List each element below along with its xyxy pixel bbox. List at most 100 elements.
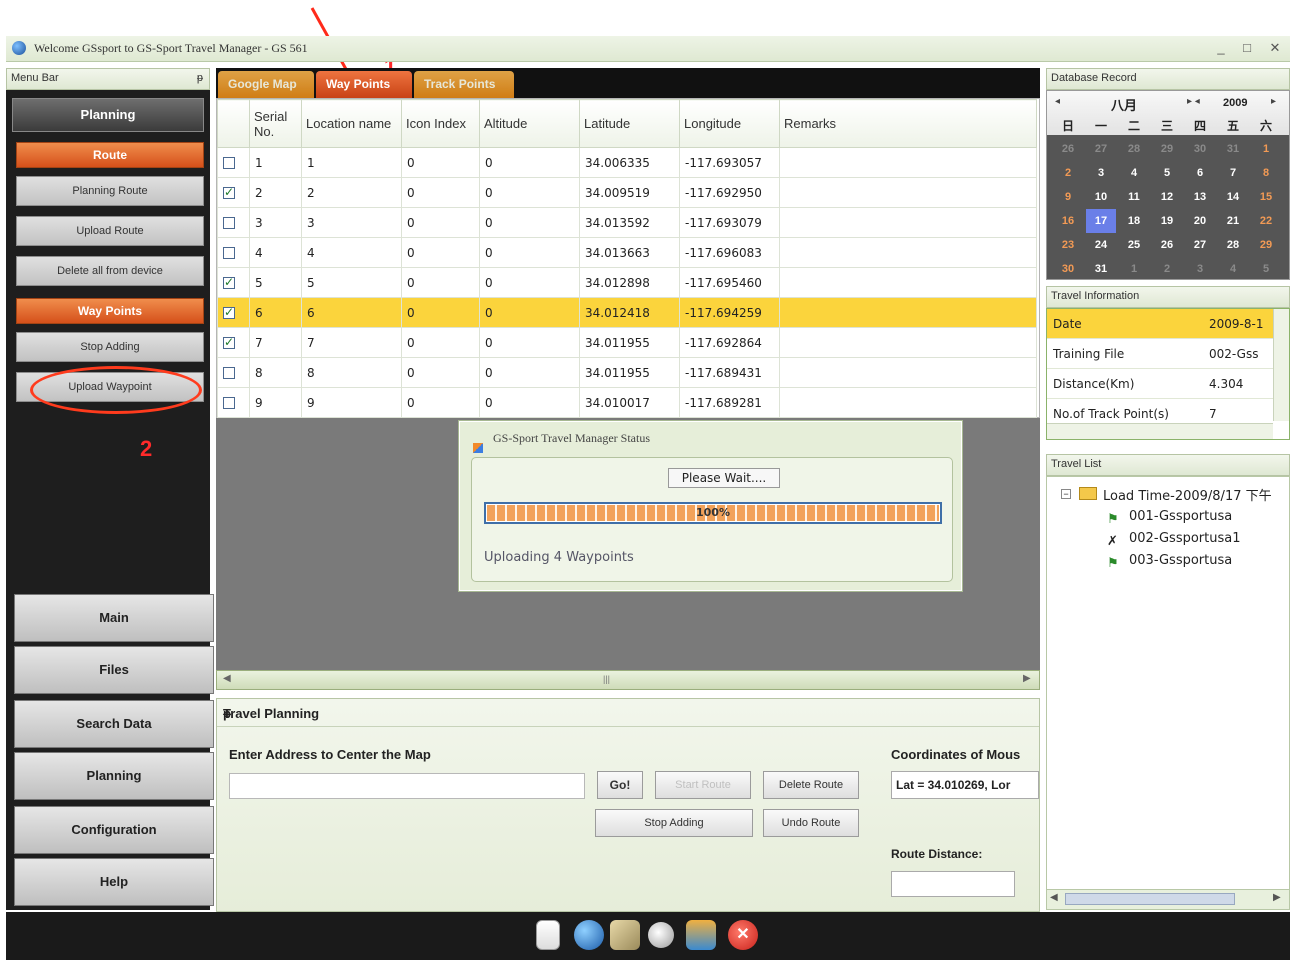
nav-search-data-button[interactable]: Search Data: [14, 700, 214, 748]
nav-help-button[interactable]: Help: [14, 858, 214, 906]
vertical-scrollbar[interactable]: [1273, 309, 1289, 421]
table-row[interactable]: 770034.011955-117.692864: [217, 327, 1037, 358]
icon-index-cell[interactable]: 0: [401, 267, 480, 298]
row-select-cell[interactable]: [217, 297, 250, 328]
map-icon[interactable]: [610, 920, 640, 950]
table-row[interactable]: 550034.012898-117.695460: [217, 267, 1037, 298]
altitude-cell[interactable]: 0: [479, 237, 580, 268]
calendar-day[interactable]: 15: [1251, 185, 1281, 209]
longitude-cell[interactable]: -117.693079: [679, 207, 780, 238]
longitude-cell[interactable]: -117.693057: [679, 147, 780, 178]
serial-cell[interactable]: 3: [249, 207, 302, 238]
location-cell[interactable]: 2: [301, 177, 402, 208]
calendar-day[interactable]: 11: [1119, 185, 1149, 209]
remarks-cell[interactable]: [779, 267, 1037, 298]
row-checkbox[interactable]: [223, 397, 235, 409]
tab-track-points[interactable]: Track Points: [414, 71, 514, 98]
altitude-cell[interactable]: 0: [479, 177, 580, 208]
longitude-cell[interactable]: -117.694259: [679, 297, 780, 328]
nav-main-button[interactable]: Main: [14, 594, 214, 642]
calendar-day[interactable]: 18: [1119, 209, 1149, 233]
calendar-day[interactable]: 6: [1185, 161, 1215, 185]
calendar-day[interactable]: 30: [1185, 137, 1215, 161]
row-checkbox[interactable]: [223, 157, 235, 169]
info-row[interactable]: Date 2009-8-1: [1047, 309, 1273, 339]
icon-index-cell[interactable]: 0: [401, 207, 480, 238]
horizontal-scrollbar[interactable]: ◀ ▶: [1047, 889, 1289, 909]
calendar-day[interactable]: 1: [1251, 137, 1281, 161]
scroll-thumb[interactable]: [1065, 893, 1235, 905]
delete-route-button[interactable]: Delete Route: [763, 771, 859, 799]
location-cell[interactable]: 8: [301, 357, 402, 388]
row-select-cell[interactable]: [217, 237, 250, 268]
globe-icon[interactable]: [574, 920, 604, 950]
serial-cell[interactable]: 8: [249, 357, 302, 388]
row-select-cell[interactable]: [217, 207, 250, 238]
row-select-cell[interactable]: [217, 267, 250, 298]
icon-index-cell[interactable]: 0: [401, 237, 480, 268]
altitude-cell[interactable]: 0: [479, 267, 580, 298]
row-select-cell[interactable]: [217, 147, 250, 178]
location-cell[interactable]: 6: [301, 297, 402, 328]
calendar-day[interactable]: 27: [1185, 233, 1215, 257]
altitude-cell[interactable]: 0: [479, 207, 580, 238]
tree-root-label[interactable]: Load Time-2009/8/17 下午: [1103, 485, 1272, 504]
calendar-day[interactable]: 8: [1251, 161, 1281, 185]
latitude-cell[interactable]: 34.012898: [579, 267, 680, 298]
remarks-cell[interactable]: [779, 177, 1037, 208]
serial-cell[interactable]: 7: [249, 327, 302, 358]
calendar-day[interactable]: 2: [1053, 161, 1083, 185]
serial-cell[interactable]: 6: [249, 297, 302, 328]
latitude-cell[interactable]: 34.013663: [579, 237, 680, 268]
longitude-cell[interactable]: -117.696083: [679, 237, 780, 268]
location-cell[interactable]: 7: [301, 327, 402, 358]
location-cell[interactable]: 5: [301, 267, 402, 298]
delete-all-from-device-button[interactable]: Delete all from device: [16, 256, 204, 286]
scroll-right-icon[interactable]: ▶: [1023, 673, 1031, 684]
longitude-cell[interactable]: -117.689281: [679, 387, 780, 418]
row-checkbox[interactable]: [223, 335, 235, 349]
table-row[interactable]: 3 3 0 0 34.013592 -117.693079: [217, 207, 1037, 238]
calendar-day[interactable]: 5: [1251, 257, 1281, 281]
users-icon[interactable]: [686, 920, 716, 950]
tree-item[interactable]: 003-Gssportusa: [1129, 553, 1232, 568]
calendar-day[interactable]: 1: [1119, 257, 1149, 281]
serial-cell[interactable]: 2: [249, 177, 302, 208]
nav-planning-button[interactable]: Planning: [14, 752, 214, 800]
longitude-cell[interactable]: -117.692950: [679, 177, 780, 208]
altitude-cell[interactable]: 0: [479, 297, 580, 328]
calendar-day[interactable]: 13: [1185, 185, 1215, 209]
pin-icon[interactable]: ᵽ: [223, 706, 1029, 721]
nav-files-button[interactable]: Files: [14, 646, 214, 694]
calendar-day[interactable]: 9: [1053, 185, 1083, 209]
stop-adding-button[interactable]: Stop Adding: [16, 332, 204, 362]
longitude-cell[interactable]: -117.692864: [679, 327, 780, 358]
close-window-button[interactable]: ✕: [1266, 40, 1284, 56]
calendar-day[interactable]: 21: [1218, 209, 1248, 233]
scroll-left-icon[interactable]: ◀: [223, 673, 231, 684]
calendar-day[interactable]: 28: [1119, 137, 1149, 161]
remarks-cell[interactable]: [779, 237, 1037, 268]
column-header-remarks[interactable]: Remarks: [779, 99, 1037, 148]
row-select-cell[interactable]: [217, 357, 250, 388]
altitude-cell[interactable]: 0: [479, 327, 580, 358]
calendar-day[interactable]: 30: [1053, 257, 1083, 281]
tab-way-points[interactable]: Way Points: [316, 71, 412, 98]
row-checkbox[interactable]: [223, 247, 235, 259]
table-row[interactable]: 220034.009519-117.692950: [217, 177, 1037, 208]
altitude-cell[interactable]: 0: [479, 357, 580, 388]
calendar-day[interactable]: 4: [1218, 257, 1248, 281]
row-select-cell[interactable]: [217, 177, 250, 208]
latitude-cell[interactable]: 34.011955: [579, 357, 680, 388]
tab-google-map[interactable]: Google Map: [218, 71, 314, 98]
location-cell[interactable]: 1: [301, 147, 402, 178]
prev-month-icon[interactable]: ◂: [1055, 96, 1060, 107]
calendar-day[interactable]: 26: [1053, 137, 1083, 161]
calendar-day[interactable]: 17: [1086, 209, 1116, 233]
maximize-button[interactable]: □: [1238, 40, 1256, 56]
new-file-icon[interactable]: [536, 920, 560, 950]
exit-icon[interactable]: ✕: [728, 920, 758, 950]
calendar-day[interactable]: 12: [1152, 185, 1182, 209]
info-row[interactable]: Distance(Km) 4.304: [1047, 369, 1273, 399]
horizontal-scrollbar[interactable]: [1047, 423, 1273, 439]
